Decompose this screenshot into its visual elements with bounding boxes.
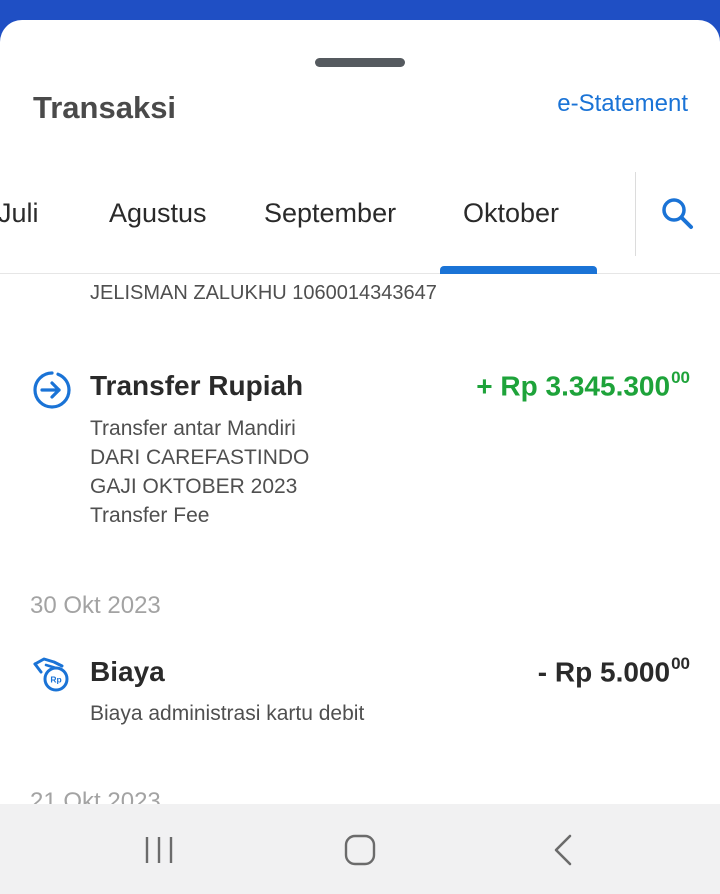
tab-agustus[interactable]: Agustus [109, 198, 207, 229]
amount-cents: 00 [671, 368, 690, 387]
active-tab-indicator [440, 266, 597, 274]
transaction-title: Transfer Rupiah [90, 370, 304, 401]
recents-icon[interactable] [142, 832, 176, 868]
description-line: Transfer antar Mandiri [90, 417, 296, 440]
transaction-amount: + Rp 3.345.30000 [476, 368, 690, 402]
transaction-amount: - Rp 5.00000 [537, 654, 690, 688]
description-line: GAJI OKTOBER 2023 [90, 475, 298, 498]
amount-cents: 00 [671, 654, 690, 673]
search-icon[interactable] [660, 196, 694, 230]
description-line: Biaya administrasi kartu debit [90, 702, 365, 725]
tab-divider [635, 172, 636, 256]
svg-text:Rp: Rp [50, 675, 61, 685]
description-line: Transfer Fee [90, 504, 210, 527]
system-navigation-bar [0, 804, 720, 894]
tab-oktober[interactable]: Oktober [463, 198, 559, 229]
e-statement-link[interactable]: e-Statement [557, 90, 688, 118]
drag-handle[interactable] [315, 58, 405, 67]
tab-september[interactable]: September [264, 198, 396, 229]
back-icon[interactable] [548, 832, 578, 868]
bottom-sheet: Transaksi e-Statement Juli Agustus Septe… [0, 20, 720, 894]
description-line: DARI CAREFASTINDO [90, 446, 310, 469]
transaction-title: Biaya [90, 656, 165, 687]
month-tabs: Juli Agustus September Oktober [0, 168, 720, 274]
home-icon[interactable] [342, 832, 378, 868]
tab-juli[interactable]: Juli [0, 198, 39, 229]
transaction-description: Transfer antar Mandiri DARI CAREFASTINDO… [90, 414, 309, 530]
transfer-in-icon [33, 371, 71, 409]
transaction-description: Biaya administrasi kartu debit [90, 699, 364, 728]
page-title: Transaksi [33, 90, 177, 125]
fee-hand-icon: Rp [33, 657, 69, 692]
previous-transaction-description: JELISMAN ZALUKHU 1060014343647 [90, 282, 437, 304]
date-header: 30 Okt 2023 [30, 592, 161, 619]
